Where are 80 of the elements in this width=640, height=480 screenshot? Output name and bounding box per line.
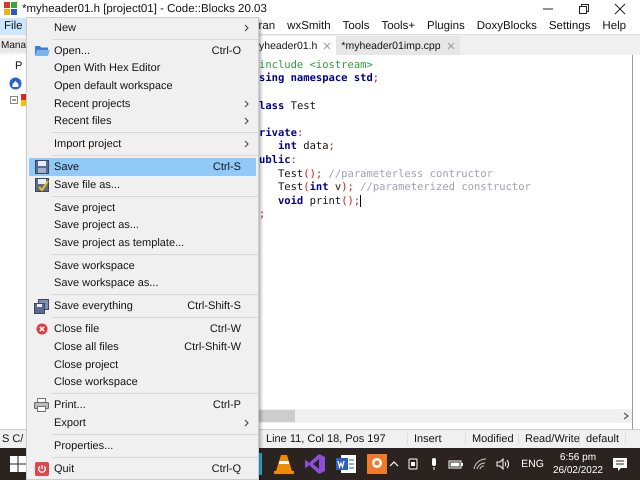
window-title: *myheader01.h [project01] - Code::Blocks 20.03 bbox=[22, 2, 267, 14]
menu-item[interactable]: Open... Ctrl-O bbox=[29, 42, 256, 60]
menu-item[interactable]: Print... Ctrl-P bbox=[29, 396, 256, 414]
menu-item[interactable]: Open default workspace bbox=[29, 77, 256, 95]
code-line: Test(int v); //parameterized constructor bbox=[278, 181, 531, 194]
code-line: void print(); bbox=[278, 194, 360, 207]
editor-tab[interactable]: *myheader01imp.cpp bbox=[336, 36, 460, 55]
notification-icon[interactable] bbox=[612, 456, 628, 472]
battery-icon[interactable] bbox=[448, 458, 464, 470]
menu-item[interactable]: Save project as... bbox=[29, 216, 256, 234]
status-field: Insert bbox=[414, 433, 466, 445]
recorder-app-icon[interactable] bbox=[366, 453, 388, 475]
close-icon bbox=[36, 323, 48, 336]
menu-bar-item[interactable]: File bbox=[0, 18, 27, 34]
editor-tab[interactable]: yheader01.h bbox=[259, 36, 336, 55]
menu-bar-item[interactable]: Tools+ bbox=[377, 18, 420, 34]
panel-tab[interactable]: Mana bbox=[0, 38, 28, 52]
menu-item[interactable]: Save file as... bbox=[29, 176, 256, 194]
code-line: include <iostream> bbox=[259, 58, 373, 71]
menu-item[interactable]: Save workspace as... bbox=[29, 274, 256, 292]
wifi-icon[interactable] bbox=[473, 458, 488, 470]
status-field: Read/Write bbox=[525, 433, 580, 445]
clock[interactable]: 6:56 pm 26/02/2022 bbox=[552, 451, 603, 477]
code-line: lass Test bbox=[259, 100, 316, 112]
tree-collapse-icon[interactable] bbox=[10, 94, 28, 106]
status-field: C/ bbox=[12, 433, 24, 445]
code-line: rivate: bbox=[259, 126, 304, 139]
menu-item[interactable]: Open With Hex Editor bbox=[29, 60, 256, 78]
printer-icon bbox=[34, 398, 49, 412]
menu-item[interactable]: Close workspace bbox=[29, 373, 256, 392]
menu-item[interactable]: Close project bbox=[29, 356, 256, 374]
menu-item[interactable]: New bbox=[29, 19, 256, 37]
chevron-up-icon[interactable] bbox=[389, 460, 400, 468]
menu-item[interactable]: Export bbox=[29, 414, 256, 432]
menu-item[interactable]: Save project as template... bbox=[29, 234, 256, 252]
chevron-right-icon[interactable] bbox=[623, 412, 629, 420]
menu-bar-item[interactable]: Settings bbox=[544, 18, 594, 34]
menu-item[interactable]: Close all files Ctrl-Shift-W bbox=[29, 338, 256, 356]
menu-item[interactable]: Recent files bbox=[29, 112, 256, 130]
menu-item[interactable]: Save project bbox=[29, 198, 256, 216]
start-icon[interactable] bbox=[10, 456, 26, 472]
menu-item[interactable]: Save workspace bbox=[29, 257, 256, 275]
status-field: default bbox=[586, 433, 626, 445]
menu-bar-item[interactable]: wxSmith bbox=[283, 18, 335, 34]
status-field: Line 11, Col 18, Pos 197 bbox=[266, 433, 408, 445]
floppy-disk-icon bbox=[34, 178, 48, 192]
menu-bar-item[interactable]: ran bbox=[254, 18, 280, 34]
panel-header: P bbox=[15, 60, 22, 72]
menu-item[interactable]: Recent projects bbox=[29, 94, 256, 112]
floppy-disks-icon bbox=[34, 298, 49, 314]
folder-icon bbox=[34, 44, 50, 58]
close-icon[interactable] bbox=[614, 2, 626, 14]
menu-item[interactable]: Properties... bbox=[29, 436, 256, 455]
language-indicator[interactable]: ENG bbox=[521, 458, 544, 470]
code-line: ; bbox=[259, 208, 266, 220]
menu-bar-item[interactable]: Tools bbox=[338, 18, 374, 34]
menu-item[interactable]: Quit Ctrl-Q bbox=[29, 460, 256, 478]
menu-bar-item[interactable]: DoxyBlocks bbox=[472, 18, 541, 34]
code-line: sing namespace std; bbox=[259, 72, 380, 84]
workspace-icon bbox=[9, 77, 22, 90]
document-app-icon[interactable] bbox=[335, 453, 357, 475]
menu-item[interactable]: Import project bbox=[29, 135, 256, 153]
cone-icon[interactable] bbox=[273, 453, 295, 475]
horizontal-scrollbar[interactable] bbox=[259, 409, 632, 423]
menu-bar-item[interactable]: Plugins bbox=[423, 18, 469, 34]
scrollbar-thumb[interactable] bbox=[259, 410, 295, 422]
app-logo-icon bbox=[4, 2, 18, 16]
menu-item[interactable]: Save everything Ctrl-Shift-S bbox=[29, 298, 256, 316]
code-line: int data; bbox=[278, 140, 335, 152]
menu-item[interactable]: Save Ctrl-S bbox=[29, 158, 256, 176]
power-icon bbox=[34, 462, 48, 476]
status-field: Modified bbox=[472, 433, 519, 445]
restore-icon[interactable] bbox=[578, 2, 590, 14]
menu-bar-item[interactable]: Help bbox=[598, 18, 630, 34]
menu-item[interactable]: Close file Ctrl-W bbox=[29, 320, 256, 338]
camera-icon[interactable] bbox=[408, 457, 420, 471]
visual-studio-icon[interactable] bbox=[304, 453, 326, 475]
code-line: Test(); //parameterless contructor bbox=[278, 168, 493, 180]
status-field: S bbox=[2, 433, 10, 445]
code-line: ublic: bbox=[259, 154, 297, 166]
